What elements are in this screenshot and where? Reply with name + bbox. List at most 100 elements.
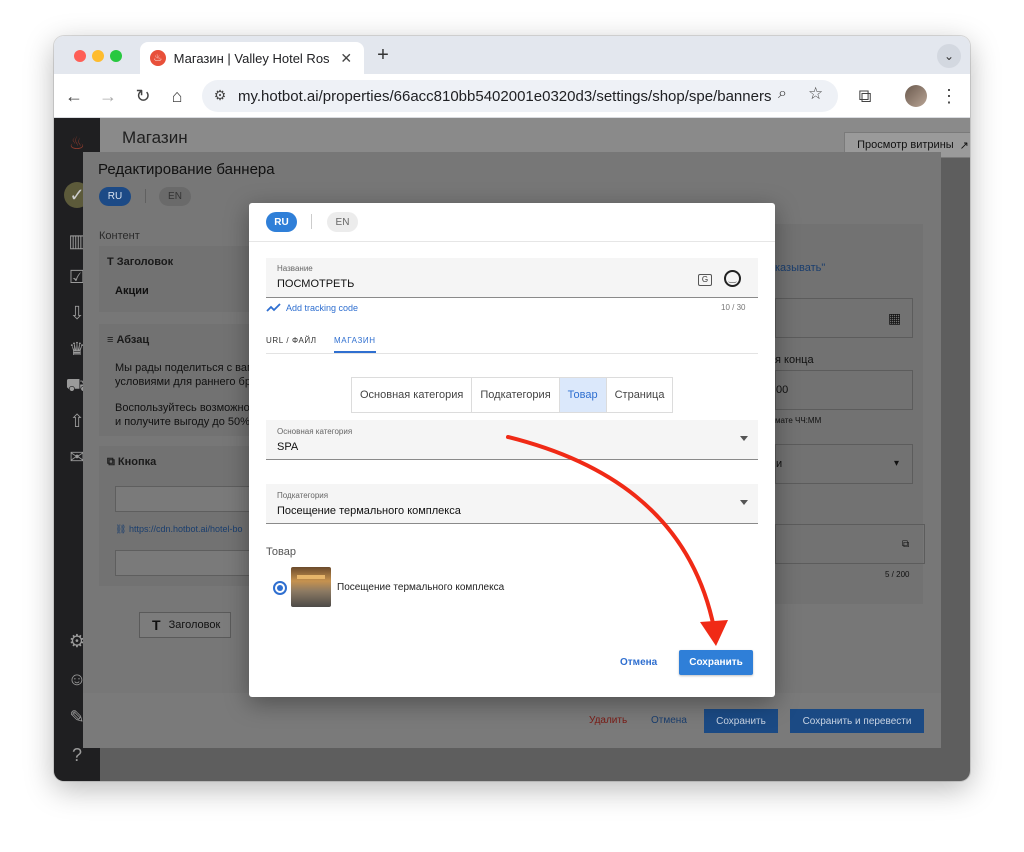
shop-page-title: Магазин [122,128,188,147]
paragraph-line: условиями для раннего бр [115,376,251,388]
paragraph-card[interactable]: ≡ Абзац Мы рады поделиться с вам условия… [99,324,255,436]
main-category-label: Основная категория [277,427,353,436]
delete-banner-button[interactable]: Удалить [589,715,627,726]
url-text[interactable]: my.hotbot.ai/properties/66acc810bb540200… [238,88,771,105]
segment-main-category[interactable]: Основная категория [352,378,473,412]
shop-page-header: Магазин Просмотр витрины ↗ [100,118,970,158]
reload-icon[interactable]: ↻ [131,84,155,108]
heading-card[interactable]: T Заголовок Акции [99,246,249,312]
product-thumbnail-image [291,567,331,607]
edit-panel-title: Редактирование баннера [98,161,275,178]
start-date-field[interactable]: ▦ [775,298,913,338]
close-window-button[interactable] [74,50,86,62]
tab-url-file[interactable]: URL / ФАЙЛ [266,336,317,345]
panel-cancel-button[interactable]: Отмена [651,715,687,726]
lang-separator [145,189,146,203]
segment-product[interactable]: Товар [559,378,607,412]
button-link-text[interactable]: ⛓ https://cdn.hotbot.ai/hotel-bo [115,524,243,535]
modal-cancel-button[interactable]: Отмена [620,657,657,668]
end-time-value: 00 [776,384,789,396]
trending-line-icon [266,303,281,312]
extensions-puzzle-icon[interactable]: ⧉ [853,84,877,108]
home-icon[interactable]: ⌂ [165,84,189,108]
tab-close-icon[interactable]: ✕ [338,50,354,67]
dropdown-caret-icon [740,500,748,505]
button-label-input[interactable] [115,486,250,512]
view-showcase-label: Просмотр витрины [857,139,954,151]
segment-page[interactable]: Страница [607,378,673,412]
new-tab-button[interactable]: + [372,44,394,67]
external-arrow-icon: ↗ [959,139,969,152]
zoom-icon[interactable]: ⌕ [778,85,787,103]
tab-search-chevron-icon[interactable]: ⌄ [937,44,961,68]
button-card-label: ⧉ Кнопка [107,456,157,468]
edit-panel-footer: Удалить Отмена Сохранить Сохранить и пер… [83,693,941,748]
link-target-segmented-control: Основная категория Подкатегория Товар Ст… [351,377,674,413]
heading-t-icon: T [152,617,161,633]
heading-card-value: Акции [115,285,149,297]
browser-window: ♨ Магазин | Valley Hotel Rosa K ✕ + ⌄ ← … [54,36,970,781]
add-heading-chip[interactable]: T Заголовок [139,612,231,638]
tabs-divider [266,353,758,354]
settings-link-text[interactable]: казывать" [775,262,825,274]
segment-subcategory[interactable]: Подкатегория [472,378,560,412]
main-category-value: SPA [277,441,299,453]
paragraph-line: Мы рады поделиться с вам [115,362,255,374]
subcategory-select[interactable]: Подкатегория Посещение термального компл… [266,484,758,524]
tab-shop[interactable]: МАГАЗИН [334,336,376,345]
profile-avatar[interactable] [905,85,927,107]
button-name-input[interactable]: Название ПОСМОТРЕТЬ G ‿ [266,258,758,298]
paragraph-line: и получите выгоду до 50% [115,416,250,428]
end-time-label: я конца [775,354,814,366]
panel-save-button[interactable]: Сохранить [704,709,778,733]
button-url-input[interactable] [115,550,250,576]
save-and-translate-button[interactable]: Сохранить и перевести [790,709,924,733]
display-select-value: и [776,458,783,470]
display-select[interactable]: и ▾ [775,444,913,484]
paragraph-line: Воспользуйтесь возможно [115,402,250,414]
forward-arrow-icon[interactable]: → [96,84,120,108]
add-heading-label: Заголовок [168,619,221,631]
modal-lang-separator [311,214,312,229]
subcategory-label: Подкатегория [277,491,329,500]
heading-card-label: T Заголовок [107,256,174,268]
select-caret-icon: ▾ [894,458,900,469]
modal-lang-en-tab[interactable]: EN [327,212,358,232]
subcategory-value: Посещение термального комплекса [277,505,461,517]
product-name[interactable]: Посещение термального комплекса [337,582,504,593]
product-section-heading: Товар [266,546,296,558]
name-field-label: Название [277,264,313,273]
browser-tab[interactable]: ♨ Магазин | Valley Hotel Rosa K ✕ [140,42,364,74]
translate-icon[interactable]: ⧉ [902,539,909,550]
calendar-icon[interactable]: ▦ [888,310,901,327]
minimize-window-button[interactable] [92,50,104,62]
paragraph-card-label: ≡ Абзац [107,334,150,346]
tab-strip: ♨ Магазин | Valley Hotel Rosa K ✕ + ⌄ [54,36,970,74]
time-format-hint: мате ЧЧ:ММ [775,416,822,425]
bookmark-star-icon[interactable]: ☆ [808,84,823,104]
tab-title: Магазин | Valley Hotel Rosa K [173,50,331,66]
description-field[interactable]: ⧉ [775,524,925,564]
translate-icon[interactable]: G [698,274,712,286]
end-time-field[interactable]: 00 [775,370,913,410]
browser-toolbar: ← → ↻ ⌂ ⚙ my.hotbot.ai/properties/66acc8… [54,74,970,118]
main-category-select[interactable]: Основная категория SPA [266,420,758,460]
modal-lang-ru-tab[interactable]: RU [266,212,297,232]
panel-lang-en-tab[interactable]: EN [159,187,191,206]
back-arrow-icon[interactable]: ← [62,84,86,108]
tracking-link-label: Add tracking code [286,303,359,313]
banner-settings-card: казывать" ▦ я конца 00 мате ЧЧ:ММ и ▾ ⧉ … [775,224,925,604]
name-field-value[interactable]: ПОСМОТРЕТЬ [277,278,354,290]
panel-lang-ru-tab[interactable]: RU [99,187,131,206]
address-bar[interactable]: ⚙ my.hotbot.ai/properties/66acc810bb5402… [202,80,838,112]
maximize-window-button[interactable] [110,50,122,62]
add-tracking-code-link[interactable]: Add tracking code [266,303,358,313]
modal-save-button[interactable]: Сохранить [679,650,753,675]
product-radio-selected[interactable] [273,581,287,595]
name-char-counter: 10 / 30 [721,303,746,312]
menu-kebab-icon[interactable]: ⋮ [937,84,961,108]
page-content: ♨ ✓ ▥ ☑ ⇩ ♛ ⛟ ⇧ ✉ ⚙ ☺ ✎ ? Магазин Просмо… [54,118,970,781]
site-settings-icon[interactable]: ⚙ [210,87,230,105]
emoji-smile-icon[interactable]: ‿ [724,270,741,287]
modal-header-divider [249,241,775,242]
